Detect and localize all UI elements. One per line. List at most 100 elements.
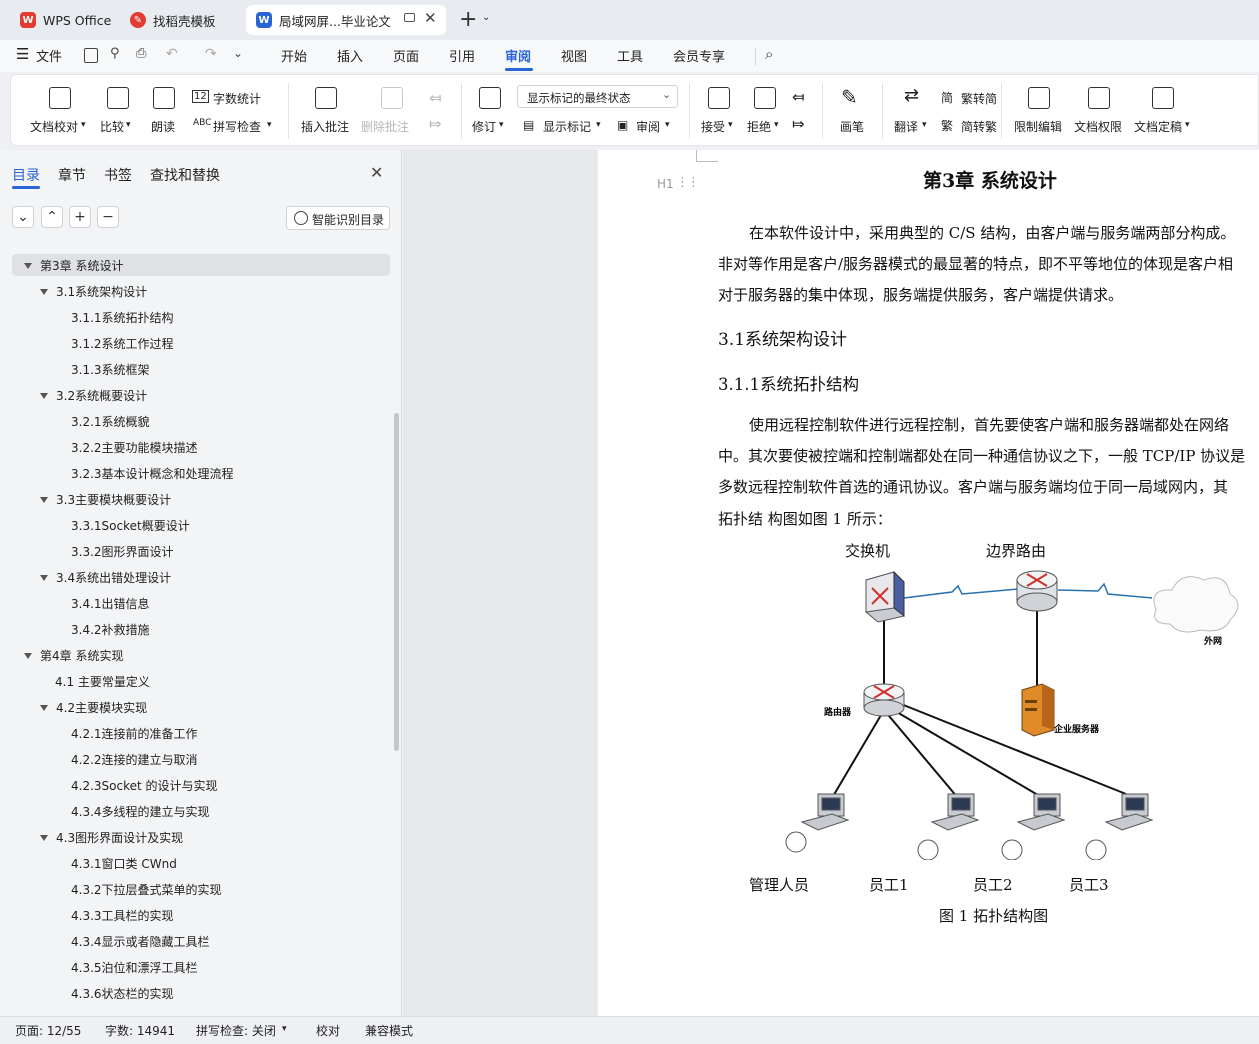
toc-item[interactable]: 4.2主要模块实现 [40, 699, 147, 716]
menu-review[interactable]: 审阅 [505, 46, 531, 65]
print-preview-icon[interactable]: ⎙ [136, 46, 146, 61]
track-changes-button[interactable]: 修订 [472, 118, 496, 135]
toc-item[interactable]: 4.3.4显示或者隐藏工具栏 [71, 933, 210, 950]
quick-access-dropdown-icon[interactable]: ⌄ [233, 46, 243, 60]
toc-item[interactable]: 3.3主要模块概要设计 [40, 491, 171, 508]
restore-window-icon[interactable] [404, 13, 415, 22]
menu-view[interactable]: 视图 [561, 46, 587, 65]
tab-document[interactable]: W 局域网屏...毕业论文 ✕ [246, 5, 446, 35]
smart-toc-button[interactable]: 智能识别目录 [286, 206, 390, 230]
nav-tab-bookmarks[interactable]: 书签 [104, 165, 132, 185]
toc-item[interactable]: 3.1.2系统工作过程 [71, 335, 174, 352]
prev-comment-icon[interactable]: ⤆ [429, 89, 442, 107]
nav-scrollbar[interactable] [394, 413, 399, 751]
toc-item[interactable]: 4.3.4多线程的建立与实现 [71, 803, 210, 820]
nav-tab-toc[interactable]: 目录 [12, 165, 40, 185]
toc-item[interactable]: 4.2.2连接的建立与取消 [71, 751, 198, 768]
toc-item[interactable]: 第4章 系统实现 [24, 647, 123, 664]
expand-arrow-icon[interactable] [24, 263, 32, 269]
trad-to-simp-button[interactable]: 繁转简 [961, 90, 997, 107]
tab-wps-office[interactable]: W WPS Office [10, 5, 114, 35]
chevron-down-icon[interactable]: ▾ [282, 1024, 287, 1034]
menu-page[interactable]: 页面 [393, 46, 419, 65]
next-change-icon[interactable]: ⤇ [792, 115, 805, 133]
close-tab-icon[interactable]: ✕ [424, 9, 437, 27]
save-icon[interactable] [84, 48, 98, 63]
toc-item[interactable]: 4.2.1连接前的准备工作 [71, 725, 198, 742]
expand-arrow-icon[interactable] [24, 653, 32, 659]
nav-tab-find-replace[interactable]: 查找和替换 [150, 165, 220, 185]
toc-item[interactable]: 3.1系统架构设计 [40, 283, 147, 300]
close-pane-icon[interactable]: ✕ [370, 163, 383, 182]
tab-dropdown-icon[interactable]: ⌄ [482, 12, 490, 23]
tab-templates[interactable]: ✎ 找稻壳模板 [120, 5, 238, 35]
collapse-all-button[interactable]: ⌄ [12, 206, 34, 228]
share-icon[interactable]: ⚲ [110, 46, 120, 61]
toc-item[interactable]: 3.4.1出错信息 [71, 595, 150, 612]
toc-item[interactable]: 3.3.1Socket概要设计 [71, 517, 190, 534]
toc-item[interactable]: 3.3.2图形界面设计 [71, 543, 174, 560]
hamburger-icon[interactable]: ☰ [16, 45, 29, 63]
menu-references[interactable]: 引用 [449, 46, 475, 65]
proofread-status[interactable]: 校对 [316, 1022, 340, 1039]
toc-item[interactable]: 3.1.1系统拓扑结构 [71, 309, 174, 326]
toc-item[interactable]: 3.1.3系统框架 [71, 361, 150, 378]
reject-button[interactable]: 拒绝 [747, 118, 771, 135]
expand-arrow-icon[interactable] [40, 289, 48, 295]
toc-item[interactable]: 4.3图形界面设计及实现 [40, 829, 183, 846]
menu-tools[interactable]: 工具 [617, 46, 643, 65]
translate-button[interactable]: 翻译 [894, 118, 918, 135]
read-aloud-button[interactable]: 朗读 [151, 118, 175, 135]
redo-icon[interactable]: ↷ [205, 46, 217, 62]
doc-permission-button[interactable]: 文档权限 [1074, 118, 1122, 135]
page-indicator[interactable]: 页面: 12/55 [15, 1022, 81, 1039]
prev-change-icon[interactable]: ⤆ [792, 88, 805, 106]
restrict-edit-button[interactable]: 限制编辑 [1014, 118, 1062, 135]
expand-arrow-icon[interactable] [40, 575, 48, 581]
menu-home[interactable]: 开始 [281, 46, 307, 65]
insert-comment-button[interactable]: 插入批注 [301, 118, 349, 135]
new-tab-plus-icon[interactable]: + [459, 7, 477, 32]
expand-arrow-icon[interactable] [40, 497, 48, 503]
doc-check-button[interactable]: 文档校对 [30, 118, 78, 135]
expand-arrow-icon[interactable] [40, 705, 48, 711]
expand-arrow-icon[interactable] [40, 393, 48, 399]
pen-button[interactable]: 画笔 [840, 118, 864, 135]
toc-item[interactable]: 4.3.2下拉层叠式菜单的实现 [71, 881, 222, 898]
simp-to-trad-button[interactable]: 简转繁 [961, 118, 997, 135]
expand-up-button[interactable]: ⌃ [41, 206, 63, 228]
menu-insert[interactable]: 插入 [337, 46, 363, 65]
toc-item[interactable]: 3.2.3基本设计概念和处理流程 [71, 465, 234, 482]
toc-item[interactable]: 4.3.5泊位和漂浮工具栏 [71, 959, 198, 976]
expand-arrow-icon[interactable] [40, 835, 48, 841]
toc-item[interactable]: 4.3.1窗口类 CWnd [71, 855, 177, 872]
search-icon[interactable]: ⌕ [765, 45, 773, 63]
word-count-indicator[interactable]: 字数: 14941 [105, 1022, 175, 1039]
undo-icon[interactable]: ↶ [166, 46, 178, 62]
nav-tab-sections[interactable]: 章节 [58, 165, 86, 185]
spell-check-button[interactable]: 拼写检查 [213, 118, 261, 135]
drag-handle-icon[interactable]: ⋮⋮ [676, 175, 700, 190]
toc-item[interactable]: 3.2系统概要设计 [40, 387, 147, 404]
next-comment-icon[interactable]: ⤇ [429, 115, 442, 133]
toc-item[interactable]: 3.4系统出错处理设计 [40, 569, 171, 586]
word-count-button[interactable]: 字数统计 [213, 90, 261, 107]
toc-item[interactable]: 4.2.3Socket 的设计与实现 [71, 777, 218, 794]
toc-item[interactable]: 4.3.3工具栏的实现 [71, 907, 174, 924]
menu-membership[interactable]: 会员专享 [673, 46, 725, 65]
remove-heading-button[interactable]: − [97, 206, 119, 228]
markup-state-select[interactable]: 显示标记的最终状态 ⌄ [517, 85, 678, 108]
toc-item[interactable]: 4.1 主要常量定义 [55, 673, 150, 690]
spell-check-status[interactable]: 拼写检查: 关闭 [196, 1022, 276, 1039]
toc-item[interactable]: 3.2.1系统概貌 [71, 413, 150, 430]
toc-item[interactable]: 第3章 系统设计 [24, 257, 123, 274]
accept-button[interactable]: 接受 [701, 118, 725, 135]
review-pane-button[interactable]: 审阅 [636, 118, 660, 135]
delete-comment-button[interactable]: 删除批注 [361, 118, 409, 135]
add-heading-button[interactable]: + [69, 206, 91, 228]
file-menu[interactable]: 文件 [36, 46, 62, 65]
show-markup-button[interactable]: 显示标记 [543, 118, 591, 135]
doc-finalize-button[interactable]: 文档定稿 [1134, 118, 1182, 135]
toc-item[interactable]: 3.2.2主要功能模块描述 [71, 439, 198, 456]
toc-item[interactable]: 3.4.2补救措施 [71, 621, 150, 638]
